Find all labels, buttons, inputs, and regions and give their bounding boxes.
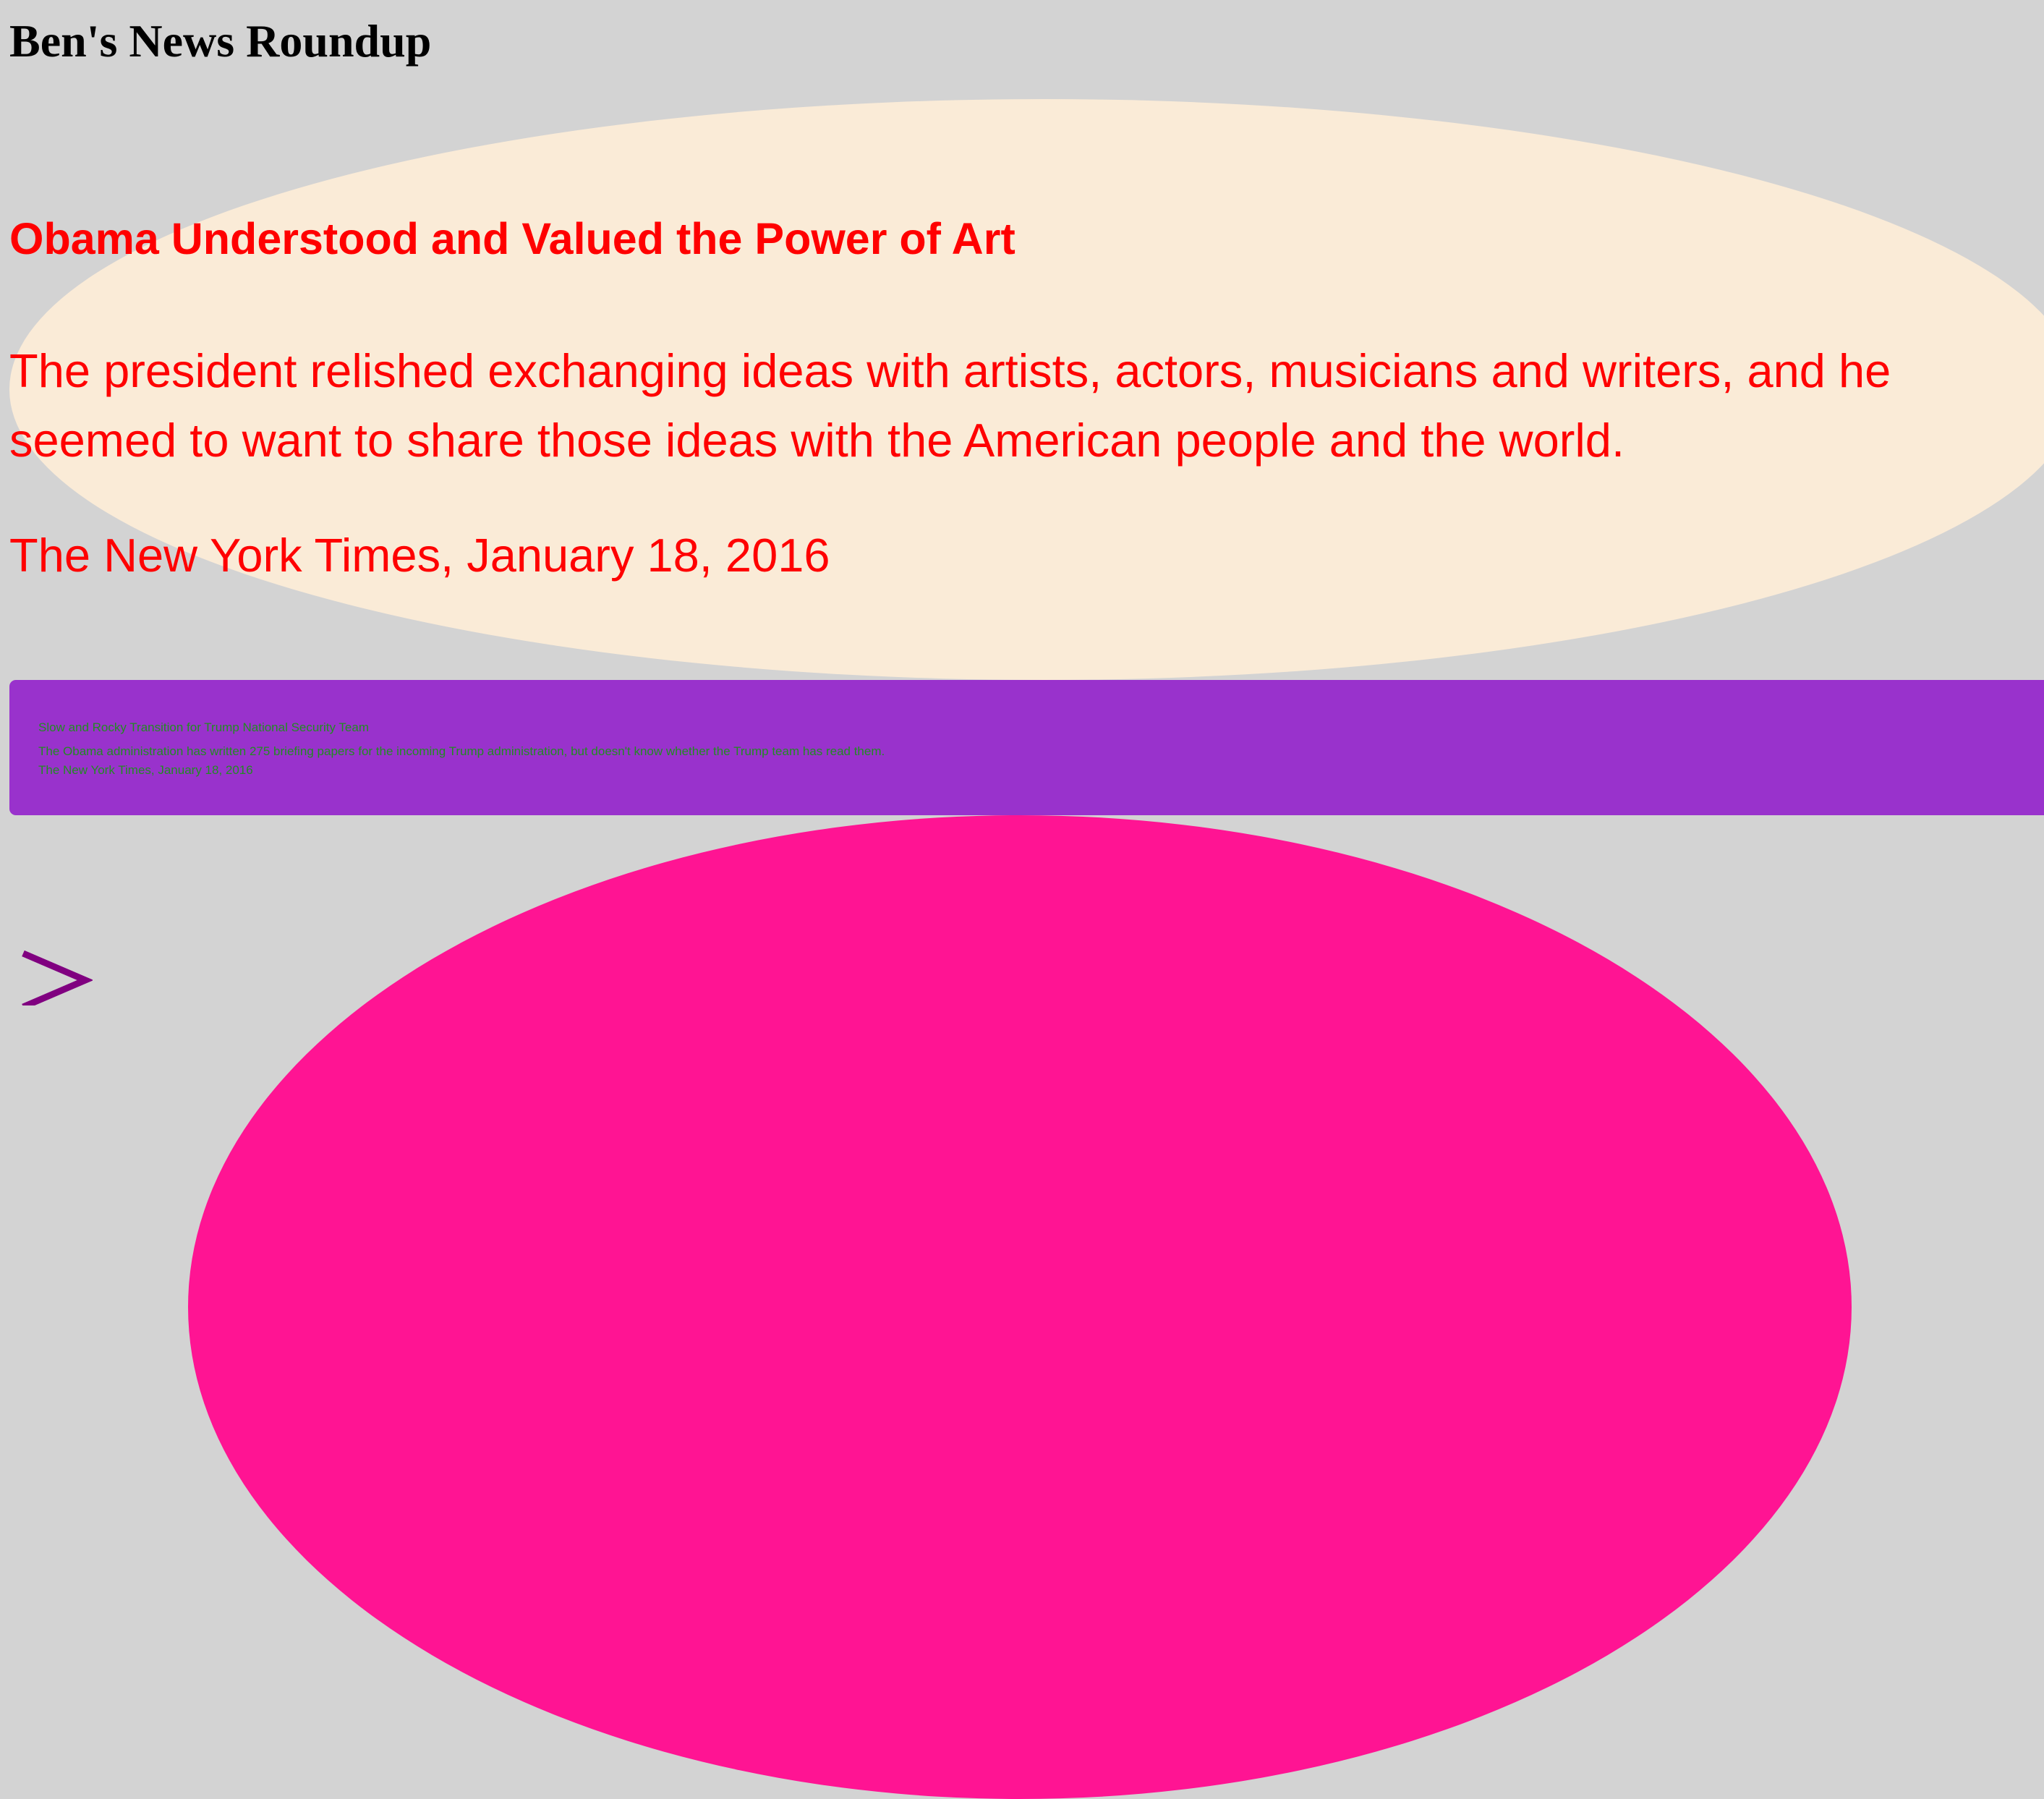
featured-story-summary: The president relished exchanging ideas … <box>9 344 1891 467</box>
secondary-story-headline[interactable]: Slow and Rocky Transition for Trump Nati… <box>38 719 369 736</box>
secondary-story-summary: The Obama administration has written 275… <box>38 744 885 758</box>
page-title: Ben's News Roundup <box>9 15 432 67</box>
featured-story-source: The New York Times, January 18, 2016 <box>9 529 830 582</box>
secondary-story-card: Slow and Rocky Transition for Trump Nati… <box>9 680 2044 815</box>
tertiary-story-card <box>188 815 1852 1799</box>
chevron-right-icon <box>22 950 94 1011</box>
featured-story-headline[interactable]: Obama Understood and Valued the Power of… <box>9 206 1015 271</box>
secondary-story-source: The New York Times, January 18, 2016 <box>38 763 253 777</box>
next-story-button[interactable] <box>20 948 94 1011</box>
